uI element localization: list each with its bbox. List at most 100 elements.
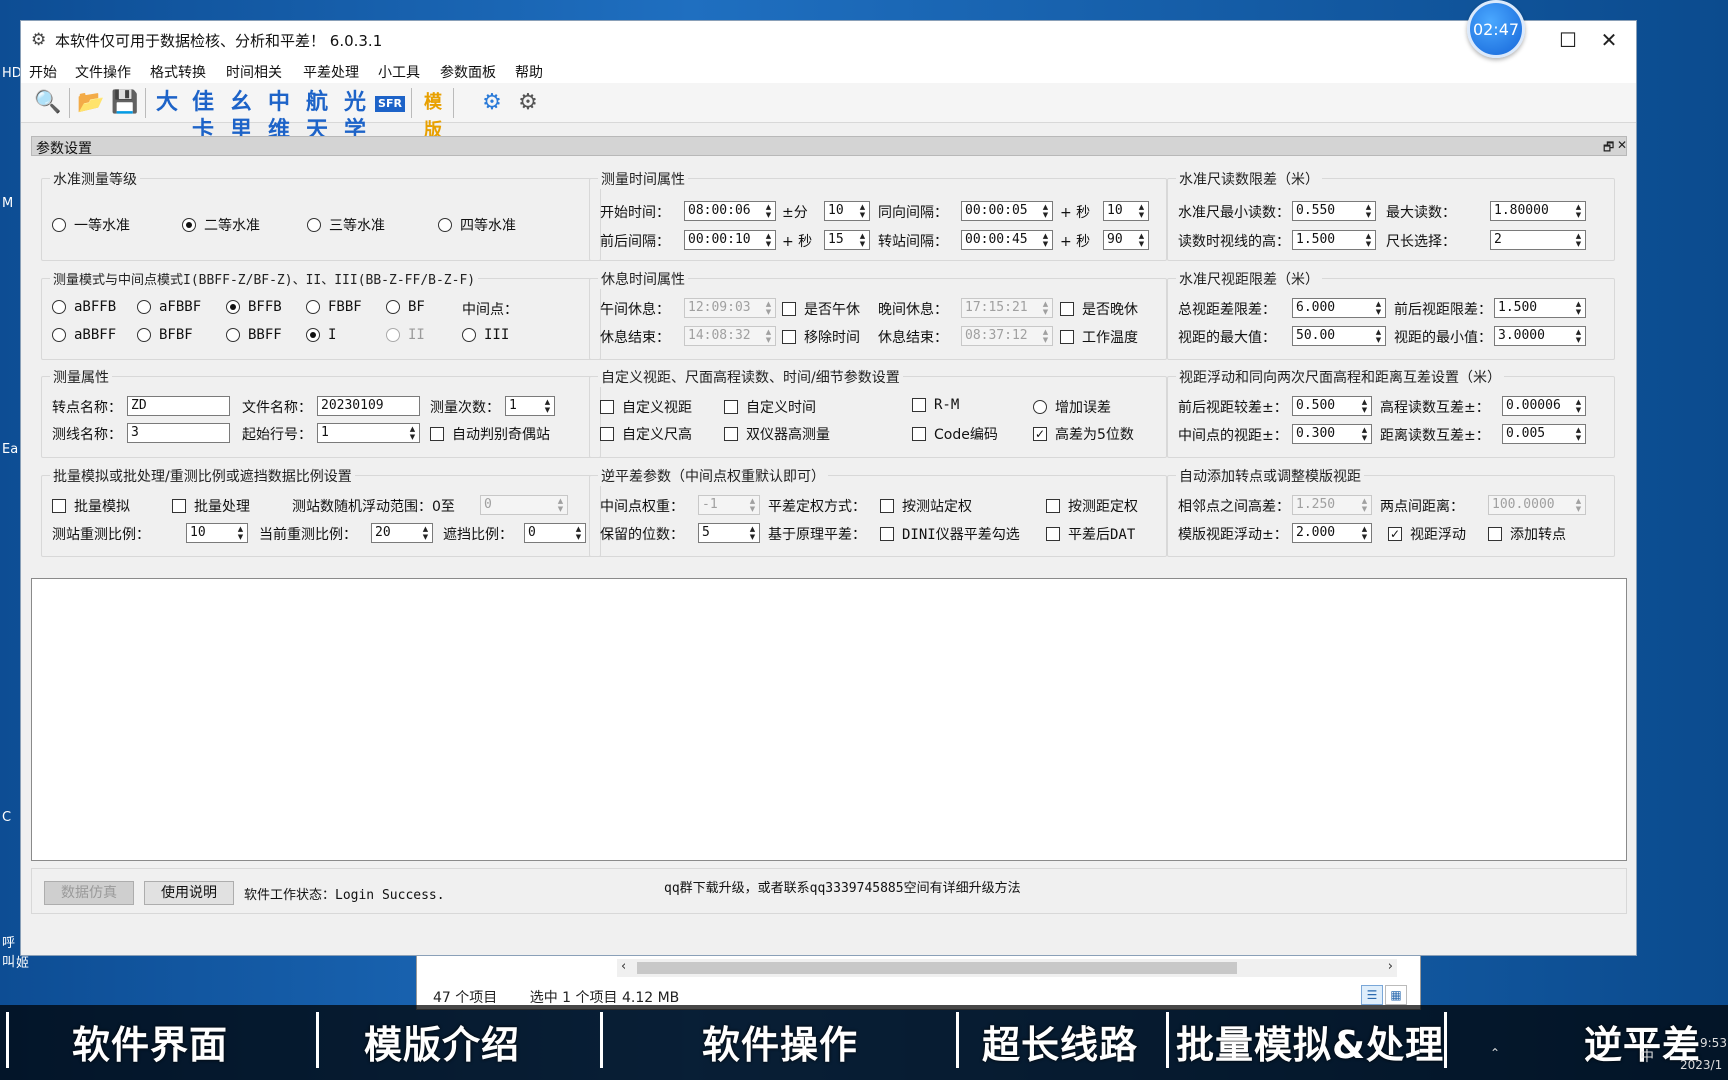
- radio-mid-iii[interactable]: III: [462, 327, 509, 343]
- stepper-arrows-icon[interactable]: ▲ ▼: [763, 232, 774, 248]
- close-icon[interactable]: ✕: [1589, 27, 1629, 53]
- desktop-label-hd[interactable]: HD: [2, 66, 22, 81]
- menu-adjust[interactable]: 平差处理: [303, 62, 359, 82]
- sight-height-stepper[interactable]: 1.500 ▲ ▼: [1292, 230, 1376, 250]
- stepper-arrows-icon[interactable]: ▲ ▼: [747, 497, 758, 513]
- radio-mode-abbff[interactable]: aBBFF: [52, 327, 116, 343]
- panel-restore-icon[interactable]: 🗗: [1603, 138, 1614, 159]
- stepper-arrows-icon[interactable]: ▲ ▼: [1573, 398, 1584, 414]
- format-a-button[interactable]: 大: [151, 89, 181, 117]
- radio-level-4[interactable]: 四等水准: [438, 215, 516, 235]
- radio-level-1[interactable]: 一等水准: [52, 215, 130, 235]
- add-turn-point-checkbox[interactable]: 添加转点: [1488, 524, 1566, 544]
- search-icon[interactable]: 🔍: [31, 89, 65, 117]
- stepper-arrows-icon[interactable]: ▲ ▼: [1040, 203, 1051, 219]
- tiles-view-icon[interactable]: ▦: [1385, 985, 1407, 1005]
- batch-proc-checkbox[interactable]: 批量处理: [172, 496, 250, 516]
- current-remeasure-stepper[interactable]: 20 ▲ ▼: [371, 523, 433, 543]
- radio-mode-bbff[interactable]: BBFF: [226, 327, 282, 343]
- horizontal-scrollbar[interactable]: ‹ ›: [617, 959, 1397, 977]
- noon-rest-stepper[interactable]: 12:09:03 ▲ ▼: [684, 298, 776, 318]
- pm-min-stepper[interactable]: 10 ▲ ▼: [824, 201, 870, 221]
- format-e-button[interactable]: 航天: [299, 89, 333, 143]
- start-time-stepper[interactable]: 08:00:06 ▲ ▼: [684, 201, 776, 221]
- stepper-arrows-icon[interactable]: ▲ ▼: [857, 203, 868, 219]
- stepper-arrows-icon[interactable]: ▲ ▼: [1359, 497, 1370, 513]
- stepper-arrows-icon[interactable]: ▲ ▼: [747, 525, 758, 541]
- dat-checkbox[interactable]: 平差后DAT: [1046, 524, 1135, 544]
- custom-time-checkbox[interactable]: 自定义时间: [724, 397, 816, 417]
- stepper-arrows-icon[interactable]: ▲ ▼: [1040, 232, 1051, 248]
- digits-stepper[interactable]: 5 ▲ ▼: [698, 523, 760, 543]
- fb-interval-stepper[interactable]: 00:00:10 ▲ ▼: [684, 230, 776, 250]
- stepper-arrows-icon[interactable]: ▲ ▼: [1040, 300, 1051, 316]
- stepper-arrows-icon[interactable]: ▲ ▼: [1040, 328, 1051, 344]
- stepper-arrows-icon[interactable]: ▲ ▼: [857, 232, 868, 248]
- template-float-stepper[interactable]: 2.000 ▲ ▼: [1292, 523, 1372, 543]
- five-digit-checkbox[interactable]: ✓ 高差为5位数: [1033, 424, 1134, 444]
- output-text-area[interactable]: [31, 578, 1627, 861]
- help-button[interactable]: 使用说明: [144, 881, 234, 905]
- total-diff-stepper[interactable]: 6.000 ▲ ▼: [1292, 298, 1386, 318]
- menu-params[interactable]: 参数面板: [440, 62, 496, 82]
- stepper-arrows-icon[interactable]: ▲ ▼: [1573, 328, 1584, 344]
- maximize-icon[interactable]: ☐: [1548, 27, 1588, 53]
- format-c-button[interactable]: 幺里: [223, 89, 257, 143]
- template-button[interactable]: 模版: [417, 89, 449, 141]
- menu-tools[interactable]: 小工具: [378, 62, 420, 82]
- radio-mid-ii[interactable]: II: [386, 327, 425, 343]
- mid-sight-stepper[interactable]: 0.300 ▲ ▼: [1292, 424, 1372, 444]
- work-temp-checkbox[interactable]: 工作温度: [1060, 327, 1138, 347]
- radio-mode-bfbf[interactable]: BFBF: [137, 327, 193, 343]
- radio-level-2[interactable]: 二等水准: [182, 215, 260, 235]
- stepper-arrows-icon[interactable]: ▲ ▼: [1573, 300, 1584, 316]
- stepper-arrows-icon[interactable]: ▲ ▼: [1573, 426, 1584, 442]
- stepper-arrows-icon[interactable]: ▲ ▼: [763, 300, 774, 316]
- advanced-settings-icon[interactable]: ⚙: [511, 89, 545, 117]
- details-view-icon[interactable]: ☰: [1361, 985, 1383, 1005]
- settings-gear-icon[interactable]: ⚙: [476, 89, 508, 117]
- stepper-arrows-icon[interactable]: ▲ ▼: [1359, 525, 1370, 541]
- stepper-arrows-icon[interactable]: ▲ ▼: [1373, 300, 1384, 316]
- remeasure-stepper[interactable]: 10 ▲ ▼: [186, 523, 248, 543]
- stepper-arrows-icon[interactable]: ▲ ▼: [763, 203, 774, 219]
- code-checkbox[interactable]: Code编码: [912, 424, 998, 444]
- stepper-arrows-icon[interactable]: ▲ ▼: [1136, 203, 1147, 219]
- scroll-left-icon[interactable]: ‹: [621, 959, 626, 974]
- menu-file[interactable]: 文件操作: [75, 62, 131, 82]
- stepper-arrows-icon[interactable]: ▲ ▼: [1573, 232, 1584, 248]
- custom-sight-checkbox[interactable]: 自定义视距: [600, 397, 692, 417]
- stepper-arrows-icon[interactable]: ▲ ▼: [407, 425, 418, 441]
- random-range-stepper[interactable]: 0 ▲ ▼: [480, 495, 568, 515]
- custom-rod-height-checkbox[interactable]: 自定义尺高: [600, 424, 692, 444]
- point-distance-stepper[interactable]: 100.0000 ▲ ▼: [1488, 495, 1586, 515]
- line-name-input[interactable]: 3: [127, 423, 230, 443]
- rest-end-stepper-2[interactable]: 08:37:12 ▲ ▼: [961, 326, 1053, 346]
- save-icon[interactable]: 💾: [109, 89, 141, 117]
- dist-diff-stepper[interactable]: 0.005 ▲ ▼: [1502, 424, 1586, 444]
- stepper-arrows-icon[interactable]: ▲ ▼: [1363, 203, 1374, 219]
- noon-rest-checkbox[interactable]: 是否午休: [782, 299, 860, 319]
- file-name-input[interactable]: 20230109: [317, 396, 420, 416]
- stepper-arrows-icon[interactable]: ▲ ▼: [1373, 328, 1384, 344]
- count-stepper[interactable]: 1 ▲ ▼: [505, 396, 555, 416]
- stepper-arrows-icon[interactable]: ▲ ▼: [1363, 232, 1374, 248]
- stepper-arrows-icon[interactable]: ▲ ▼: [1573, 497, 1584, 513]
- radio-mid-i[interactable]: I: [306, 327, 336, 343]
- mid-weight-stepper[interactable]: -1 ▲ ▼: [698, 495, 760, 515]
- occlusion-stepper[interactable]: 0 ▲ ▼: [524, 523, 586, 543]
- desktop-label-m[interactable]: M: [2, 196, 13, 211]
- stepper-arrows-icon[interactable]: ▲ ▼: [420, 525, 431, 541]
- rod-max-stepper[interactable]: 1.80000 ▲ ▼: [1490, 201, 1586, 221]
- radio-mode-abffb[interactable]: aBFFB: [52, 299, 116, 315]
- sight-float-checkbox[interactable]: ✓ 视距浮动: [1388, 524, 1466, 544]
- format-d-button[interactable]: 中维: [261, 89, 295, 143]
- same-interval-stepper[interactable]: 00:00:05 ▲ ▼: [961, 201, 1053, 221]
- batch-sim-checkbox[interactable]: 批量模拟: [52, 496, 130, 516]
- stepper-arrows-icon[interactable]: ▲ ▼: [555, 497, 566, 513]
- turn-interval-stepper[interactable]: 00:00:45 ▲ ▼: [961, 230, 1053, 250]
- tray-up-arrow-icon[interactable]: ⌃: [1490, 1046, 1500, 1060]
- sight-min-stepper[interactable]: 3.0000 ▲ ▼: [1494, 326, 1586, 346]
- turn-sec-stepper[interactable]: 90 ▲ ▼: [1103, 230, 1149, 250]
- radio-level-3[interactable]: 三等水准: [307, 215, 385, 235]
